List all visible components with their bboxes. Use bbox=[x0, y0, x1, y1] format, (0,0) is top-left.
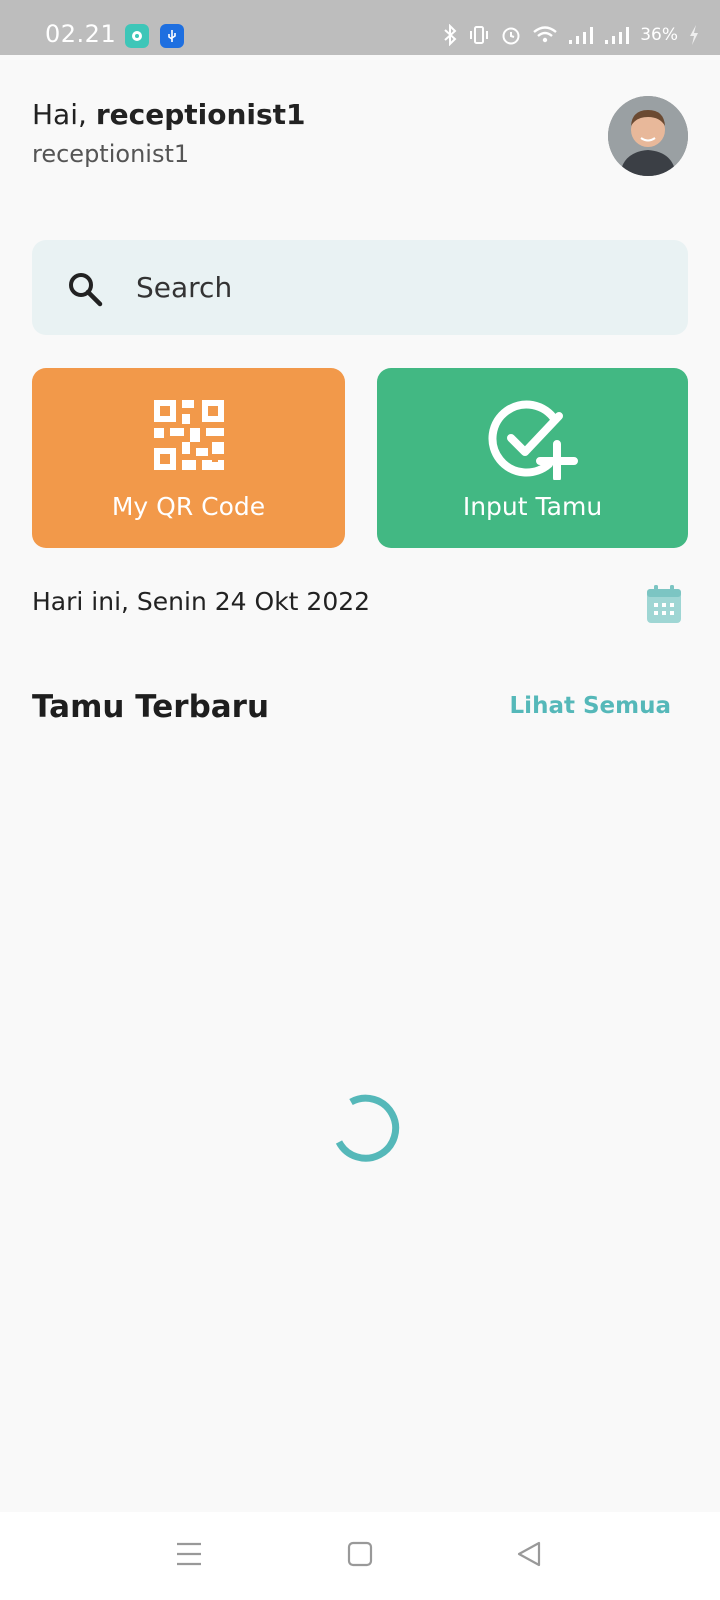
status-bar: 02.21 36% bbox=[0, 0, 720, 55]
calendar-icon[interactable] bbox=[646, 584, 682, 624]
battery-level: 36% bbox=[640, 25, 678, 45]
search-input[interactable]: Search bbox=[32, 240, 688, 335]
bluetooth-icon bbox=[444, 24, 457, 46]
alarm-icon bbox=[502, 27, 520, 45]
usb-icon bbox=[160, 24, 184, 48]
user-role: receptionist1 bbox=[32, 140, 190, 168]
my-qr-code-button[interactable]: My QR Code bbox=[32, 368, 345, 548]
today-date: Hari ini, Senin 24 Okt 2022 bbox=[32, 587, 371, 616]
menu-icon[interactable] bbox=[175, 1540, 203, 1568]
qr-code-icon bbox=[153, 400, 224, 470]
search-placeholder: Search bbox=[136, 271, 233, 304]
see-all-link[interactable]: Lihat Semua bbox=[510, 693, 671, 719]
check-plus-icon bbox=[488, 400, 578, 480]
navigation-bar bbox=[0, 1512, 720, 1600]
input-tamu-label: Input Tamu bbox=[462, 492, 603, 521]
greeting: Hai, receptionist1 bbox=[32, 98, 306, 131]
username: receptionist1 bbox=[95, 98, 306, 131]
loading-spinner-icon bbox=[335, 1094, 400, 1162]
input-tamu-button[interactable]: Input Tamu bbox=[377, 368, 688, 548]
status-time: 02.21 bbox=[45, 20, 117, 48]
signal-icon bbox=[605, 27, 630, 44]
back-icon[interactable] bbox=[515, 1540, 543, 1568]
app-notification-icon bbox=[125, 24, 149, 48]
search-icon bbox=[69, 273, 103, 307]
wifi-icon bbox=[533, 26, 557, 43]
signal-icon bbox=[569, 27, 594, 44]
greeting-prefix: Hai, bbox=[32, 98, 87, 131]
charging-icon bbox=[690, 25, 698, 45]
section-title: Tamu Terbaru bbox=[32, 689, 270, 725]
home-icon[interactable] bbox=[347, 1540, 373, 1568]
avatar[interactable] bbox=[608, 96, 688, 176]
vibrate-icon bbox=[470, 26, 489, 44]
my-qr-code-label: My QR Code bbox=[111, 492, 266, 521]
